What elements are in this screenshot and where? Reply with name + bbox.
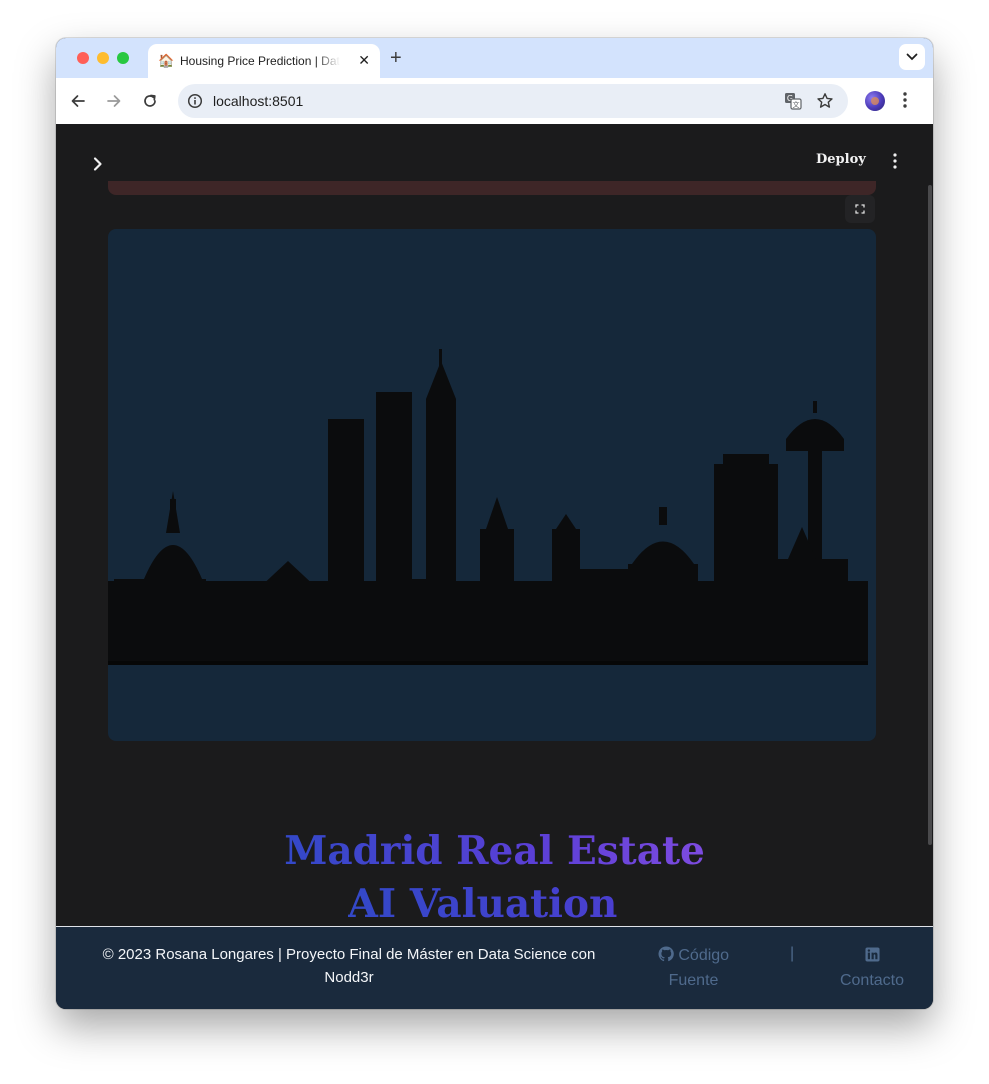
contact-link[interactable]: Contacto — [832, 943, 912, 993]
expand-sidebar-icon[interactable] — [89, 155, 107, 173]
forward-button[interactable] — [103, 90, 125, 112]
tab-search-button[interactable] — [899, 44, 925, 70]
arrow-right-icon — [107, 95, 121, 107]
deploy-button[interactable]: Deploy — [816, 152, 866, 167]
profile-avatar[interactable] — [865, 91, 885, 111]
fullscreen-icon — [855, 204, 865, 214]
app-menu-icon[interactable] — [890, 152, 900, 170]
url-text[interactable]: localhost:8501 — [213, 93, 303, 109]
fullscreen-button[interactable] — [845, 195, 875, 223]
browser-menu-icon[interactable] — [902, 90, 908, 110]
reload-button[interactable] — [139, 90, 161, 112]
madrid-skyline-image — [108, 229, 876, 741]
translate-icon[interactable]: G 文 — [784, 92, 802, 110]
zoom-window-button[interactable] — [117, 52, 129, 64]
copyright-line-1: © 2023 Rosana Longares | Proyecto Final … — [102, 946, 596, 963]
minimize-window-button[interactable] — [97, 52, 109, 64]
browser-window: 🏠 Housing Price Prediction | Data Scienc… — [56, 38, 933, 1009]
house-icon: 🏠 — [158, 53, 175, 68]
contact-link-label: Contacto — [839, 972, 905, 989]
footer: © 2023 Rosana Longares | Proyecto Final … — [56, 926, 933, 1009]
tab-strip: 🏠 Housing Price Prediction | Data Scienc… — [56, 38, 933, 78]
new-tab-button[interactable]: + — [390, 47, 402, 69]
address-bar[interactable]: localhost:8501 G 文 — [178, 84, 848, 118]
page-title: Madrid Real Estate AI Valuation — [56, 825, 933, 931]
scrollbar[interactable] — [928, 185, 932, 845]
footer-separator: | — [790, 945, 795, 962]
svg-text:文: 文 — [793, 100, 800, 109]
bookmark-star-icon[interactable] — [816, 92, 834, 110]
reload-icon — [144, 94, 156, 107]
linkedin-icon — [864, 947, 880, 962]
skyline-illustration — [108, 349, 868, 665]
source-link-line-2: Fuente — [668, 972, 719, 989]
tab-title: Housing Price Prediction | Data Science — [180, 54, 340, 68]
copyright-text: © 2023 Rosana Longares | Proyecto Final … — [84, 943, 614, 989]
chevron-down-icon — [906, 53, 918, 61]
title-line-1: Madrid Real Estate — [284, 825, 705, 878]
streamlit-app: Deploy Madrid Real Estate AI Valuation ©… — [56, 125, 933, 1009]
title-line-2: AI Valuation — [348, 878, 618, 931]
alert-box — [108, 181, 876, 195]
info-icon[interactable] — [187, 93, 203, 109]
back-button[interactable] — [67, 90, 89, 112]
close-window-button[interactable] — [77, 52, 89, 64]
copyright-line-2: Nodd3r — [324, 969, 374, 986]
tab-housing-price-prediction[interactable]: 🏠 Housing Price Prediction | Data Scienc… — [148, 44, 380, 78]
arrow-left-icon — [71, 95, 85, 107]
close-tab-icon[interactable]: ✕ — [358, 52, 370, 68]
github-icon — [658, 946, 674, 962]
source-code-link[interactable]: Código Fuente — [646, 943, 741, 993]
source-link-line-1: Código — [678, 947, 730, 964]
browser-toolbar: localhost:8501 G 文 — [56, 78, 933, 124]
